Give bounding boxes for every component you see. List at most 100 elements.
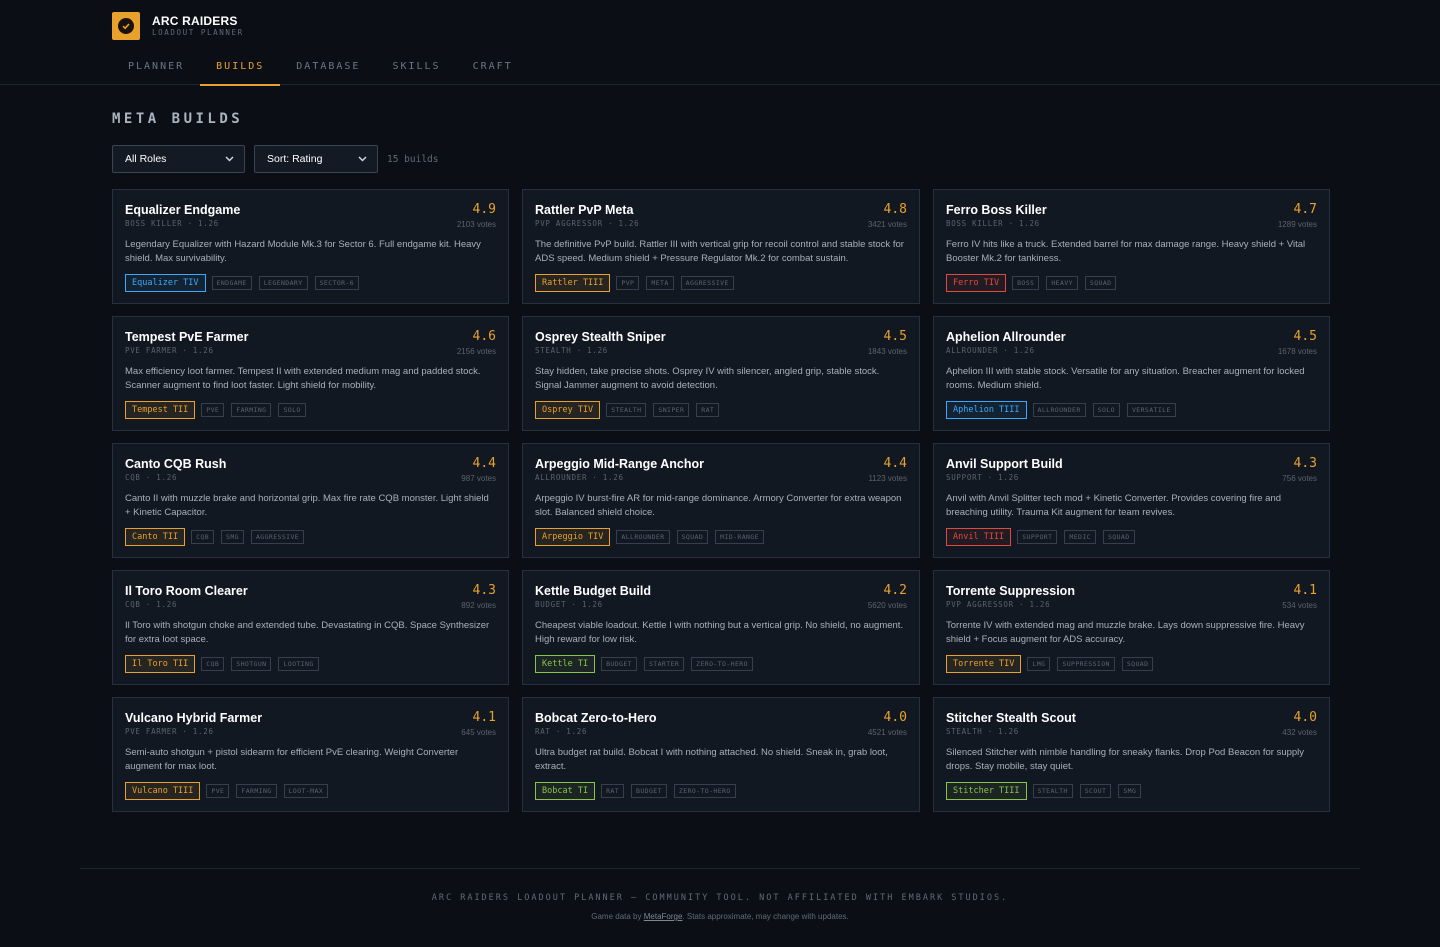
page-title: META BUILDS xyxy=(112,111,244,127)
build-meta: CQB · 1.26 xyxy=(125,600,178,609)
build-tags: Arpeggio TIV ALLROUNDER SQUAD MID-RANGE xyxy=(535,528,907,546)
build-card[interactable]: Osprey Stealth Sniper STEALTH · 1.26 4.5… xyxy=(522,316,920,431)
build-votes: 2103 votes xyxy=(456,220,496,229)
footer-credits: Game data by MetaForge. Stats approximat… xyxy=(0,912,1440,921)
build-card[interactable]: Tempest PvE Farmer PVE FARMER · 1.26 4.6… xyxy=(112,316,509,431)
role-filter-value: All Roles xyxy=(125,153,167,165)
build-rating: 4.5 xyxy=(1293,329,1317,344)
build-votes: 756 votes xyxy=(1282,474,1317,483)
build-tag: SMG xyxy=(221,530,244,544)
footer-divider xyxy=(80,868,1360,869)
tab-planner[interactable]: PLANNER xyxy=(112,56,200,85)
build-tags: Kettle TI BUDGET STARTER ZERO-TO-HERO xyxy=(535,655,907,673)
build-tag: ZERO-TO-HERO xyxy=(691,657,753,671)
build-card[interactable]: Equalizer Endgame BOSS KILLER · 1.26 4.9… xyxy=(112,189,509,304)
build-card[interactable]: Aphelion Allrounder ALLROUNDER · 1.26 4.… xyxy=(933,316,1330,431)
build-tag: FARMING xyxy=(231,403,272,417)
build-tags: Ferro TIV BOSS HEAVY SQUAD xyxy=(946,274,1317,292)
build-rating: 4.1 xyxy=(472,710,496,725)
build-tag: SUPPRESSION xyxy=(1057,657,1115,671)
build-tag: SECTOR-6 xyxy=(314,276,360,290)
build-votes: 432 votes xyxy=(1282,728,1317,737)
build-votes: 892 votes xyxy=(461,601,496,610)
build-tag: AGGRESSIVE xyxy=(680,276,734,290)
tab-craft[interactable]: CRAFT xyxy=(457,56,529,85)
build-tag: MID-RANGE xyxy=(715,530,764,544)
build-card[interactable]: Kettle Budget Build BUDGET · 1.26 4.2 56… xyxy=(522,570,920,685)
weapon-tag: Ferro TIV xyxy=(946,274,1007,292)
build-name: Tempest PvE Farmer xyxy=(125,330,249,344)
brand-subtitle: LOADOUT PLANNER xyxy=(152,28,244,37)
build-tag: SUPPORT xyxy=(1017,530,1058,544)
build-name: Vulcano Hybrid Farmer xyxy=(125,711,263,725)
build-tag: SCOUT xyxy=(1079,784,1112,798)
weapon-tag: Tempest TII xyxy=(125,401,196,419)
build-card[interactable]: Stitcher Stealth Scout STEALTH · 1.26 4.… xyxy=(933,697,1330,812)
build-card[interactable]: Vulcano Hybrid Farmer PVE FARMER · 1.26 … xyxy=(112,697,509,812)
build-description: Aphelion III with stable stock. Versatil… xyxy=(946,366,1305,391)
metaforge-link[interactable]: MetaForge xyxy=(644,912,683,921)
build-tag: RAT xyxy=(696,403,720,417)
build-card[interactable]: Bobcat Zero-to-Hero RAT · 1.26 4.0 4521 … xyxy=(522,697,920,812)
build-tags: Equalizer TIV ENDGAME LEGENDARY SECTOR-6 xyxy=(125,274,496,292)
weapon-tag: Stitcher TIII xyxy=(946,782,1027,800)
build-card[interactable]: Ferro Boss Killer BOSS KILLER · 1.26 4.7… xyxy=(933,189,1330,304)
sort-select[interactable]: Sort: Rating xyxy=(254,145,378,173)
build-rating: 4.0 xyxy=(883,710,907,725)
build-description: The definitive PvP build. Rattler III wi… xyxy=(535,239,904,264)
build-votes: 645 votes xyxy=(461,728,496,737)
build-name: Ferro Boss Killer xyxy=(946,203,1047,217)
weapon-tag: Canto TII xyxy=(125,528,186,546)
build-votes: 1289 votes xyxy=(1277,220,1317,229)
build-votes: 1678 votes xyxy=(1277,347,1317,356)
weapon-tag: Torrente TIV xyxy=(946,655,1022,673)
build-tags: Torrente TIV LMG SUPPRESSION SQUAD xyxy=(946,655,1317,673)
build-rating: 4.2 xyxy=(883,583,907,598)
build-tag: LMG xyxy=(1027,657,1051,671)
build-meta: STEALTH · 1.26 xyxy=(946,727,1020,736)
build-tag: SOLO xyxy=(1092,403,1120,417)
tab-database[interactable]: DATABASE xyxy=(280,56,376,85)
build-description: Semi-auto shotgun + pistol sidearm for e… xyxy=(125,747,459,772)
build-card[interactable]: Anvil Support Build SUPPORT · 1.26 4.3 7… xyxy=(933,443,1330,558)
weapon-tag: Osprey TIV xyxy=(535,401,601,419)
build-tag: ALLROUNDER xyxy=(616,530,670,544)
build-card[interactable]: Arpeggio Mid-Range Anchor ALLROUNDER · 1… xyxy=(522,443,920,558)
build-tag: PVP xyxy=(616,276,640,290)
build-name: Il Toro Room Clearer xyxy=(125,584,248,598)
build-votes: 2156 votes xyxy=(456,347,496,356)
weapon-tag: Equalizer TIV xyxy=(125,274,206,292)
build-card[interactable]: Il Toro Room Clearer CQB · 1.26 4.3 892 … xyxy=(112,570,509,685)
build-votes: 987 votes xyxy=(461,474,496,483)
tab-skills[interactable]: SKILLS xyxy=(376,56,456,85)
build-tag: LOOT-MAX xyxy=(283,784,329,798)
build-tag: SHOTGUN xyxy=(231,657,272,671)
build-card[interactable]: Rattler PvP Meta PVP AGGRESSOR · 1.26 4.… xyxy=(522,189,920,304)
build-meta: PVP AGGRESSOR · 1.26 xyxy=(946,600,1051,609)
build-card[interactable]: Torrente Suppression PVP AGGRESSOR · 1.2… xyxy=(933,570,1330,685)
build-rating: 4.3 xyxy=(1293,456,1317,471)
weapon-tag: Il Toro TII xyxy=(125,655,196,673)
build-meta: CQB · 1.26 xyxy=(125,473,178,482)
build-name: Equalizer Endgame xyxy=(125,203,241,217)
build-tag: BUDGET xyxy=(631,784,667,798)
build-name: Arpeggio Mid-Range Anchor xyxy=(535,457,704,471)
build-tags: Osprey TIV STEALTH SNIPER RAT xyxy=(535,401,907,419)
build-tag: ENDGAME xyxy=(211,276,252,290)
build-card[interactable]: Canto CQB Rush CQB · 1.26 4.4 987 votes … xyxy=(112,443,509,558)
brand[interactable]: ARC RAIDERS LOADOUT PLANNER xyxy=(112,12,244,40)
chevron-down-icon xyxy=(358,154,367,165)
build-tag: LEGENDARY xyxy=(258,276,308,290)
build-count: 15 builds xyxy=(387,153,439,165)
weapon-tag: Bobcat TI xyxy=(535,782,596,800)
build-tag: SMG xyxy=(1118,784,1142,798)
role-filter-select[interactable]: All Roles xyxy=(112,145,245,173)
build-tag: CQB xyxy=(191,530,215,544)
build-meta: ALLROUNDER · 1.26 xyxy=(535,473,624,482)
build-meta: BOSS KILLER · 1.26 xyxy=(946,219,1040,228)
build-votes: 3421 votes xyxy=(867,220,907,229)
tab-builds[interactable]: BUILDS xyxy=(200,56,281,86)
build-tags: Canto TII CQB SMG AGGRESSIVE xyxy=(125,528,496,546)
build-tag: ALLROUNDER xyxy=(1032,403,1086,417)
footer-credits-suffix: . Stats approximate, may change with upd… xyxy=(682,912,849,921)
